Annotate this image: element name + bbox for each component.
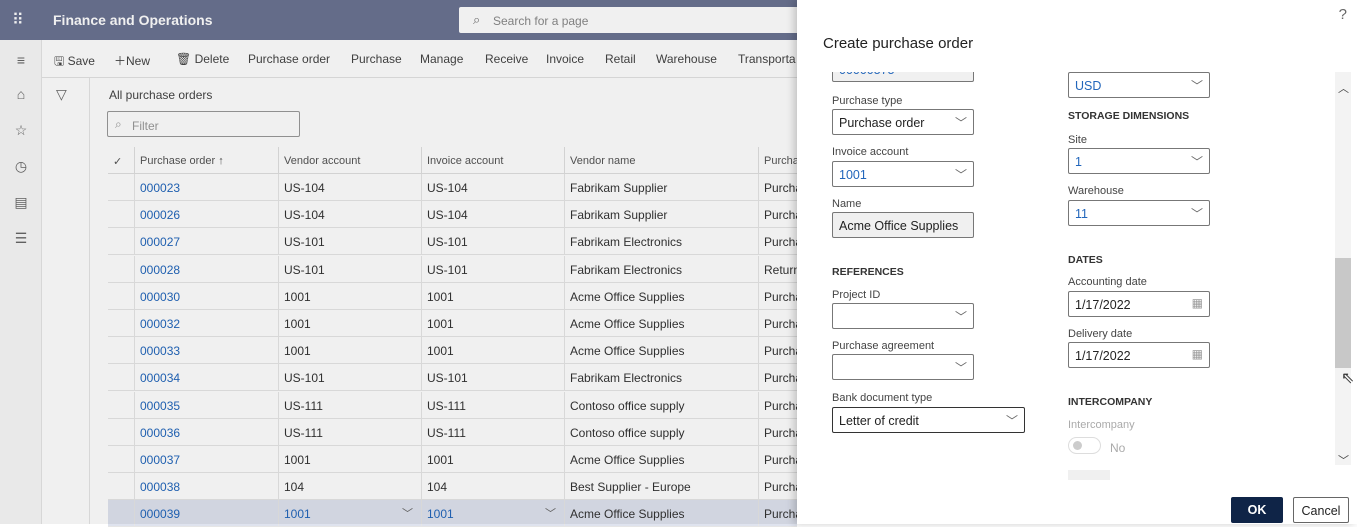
purchase-type-label: Purchase type: [832, 95, 903, 107]
chevron-down-icon: ﹀: [954, 310, 967, 324]
intercompany-label: Intercompany: [1068, 419, 1135, 431]
panel-title: Create purchase order: [823, 35, 974, 52]
chevron-down-icon: ﹀: [954, 361, 967, 375]
dates-heading: DATES: [1068, 254, 1103, 266]
calendar-icon: ▦: [1191, 296, 1203, 310]
intercompany-value: No: [1110, 441, 1126, 455]
purchase-order-number-field: 00000575: [832, 72, 974, 82]
help-icon[interactable]: ?: [1339, 6, 1347, 23]
references-heading: REFERENCES: [832, 266, 904, 278]
cancel-button[interactable]: Cancel: [1293, 497, 1349, 523]
accounting-date-field[interactable]: 1/17/2022 ▦: [1068, 291, 1210, 317]
bank-document-type-label: Bank document type: [832, 392, 933, 404]
intercompany-heading: INTERCOMPANY: [1068, 396, 1153, 408]
scroll-down-icon[interactable]: ﹀: [1338, 452, 1349, 468]
chevron-down-icon: ﹀: [1190, 207, 1203, 221]
partial-field: [1068, 470, 1110, 480]
site-select[interactable]: 1 ﹀: [1068, 148, 1210, 174]
invoice-account-label: Invoice account: [832, 146, 909, 158]
delivery-date-label: Delivery date: [1068, 328, 1133, 340]
chevron-down-icon: ﹀: [954, 116, 967, 130]
intercompany-toggle[interactable]: [1068, 437, 1101, 454]
mouse-cursor-icon: ⇖: [1341, 370, 1355, 387]
warehouse-label: Warehouse: [1068, 185, 1124, 197]
purchase-type-select[interactable]: Purchase order ﹀: [832, 109, 974, 135]
chevron-down-icon: ﹀: [954, 168, 967, 182]
warehouse-select[interactable]: 11 ﹀: [1068, 200, 1210, 226]
storage-dimensions-heading: STORAGE DIMENSIONS: [1068, 110, 1190, 122]
purchase-agreement-label: Purchase agreement: [832, 340, 935, 352]
create-purchase-order-panel: ? Create purchase order 00000575 USD﹀ Pu…: [797, 0, 1357, 524]
overlay: [0, 0, 797, 524]
project-id-select[interactable]: ﹀: [832, 303, 974, 329]
name-label: Name: [832, 198, 862, 210]
delivery-date-field[interactable]: 1/17/2022 ▦: [1068, 342, 1210, 368]
bank-document-type-select[interactable]: Letter of credit ﹀: [832, 407, 1025, 433]
chevron-down-icon: ﹀: [1190, 79, 1203, 93]
chevron-down-icon: ﹀: [1005, 414, 1018, 428]
purchase-agreement-select[interactable]: ﹀: [832, 354, 974, 380]
currency-field[interactable]: USD ﹀: [1068, 72, 1210, 98]
calendar-icon: ▦: [1191, 347, 1203, 361]
chevron-down-icon: ﹀: [1190, 155, 1203, 169]
name-field[interactable]: Acme Office Supplies: [832, 212, 974, 238]
ok-button[interactable]: OK: [1231, 497, 1283, 523]
project-id-label: Project ID: [832, 289, 881, 301]
invoice-account-select[interactable]: 1001 ﹀: [832, 161, 974, 187]
site-label: Site: [1068, 134, 1087, 146]
scroll-up-icon[interactable]: ︿: [1338, 80, 1349, 96]
scrollbar-thumb[interactable]: [1335, 258, 1351, 368]
accounting-date-label: Accounting date: [1068, 276, 1147, 288]
